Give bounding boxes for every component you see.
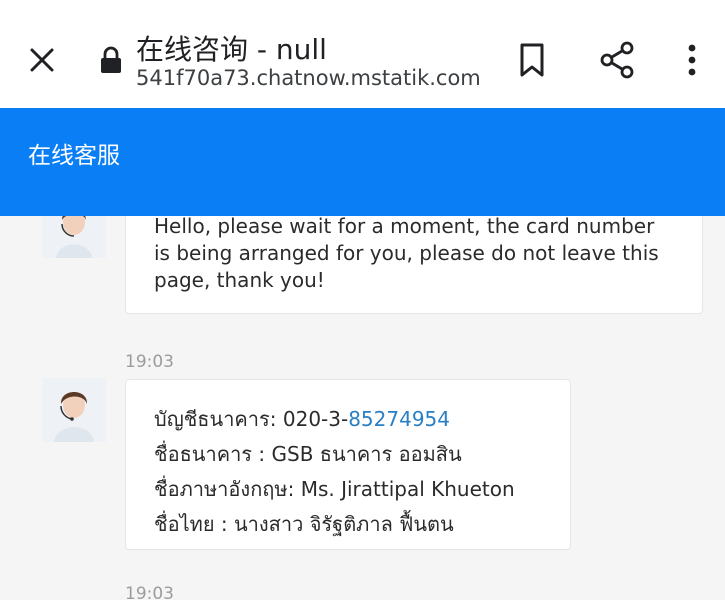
message-line: ชื่อภาษาอังกฤษ: Ms. Jirattipal Khueton xyxy=(154,477,515,501)
message-bubble: Hello, please wait for a moment, the car… xyxy=(125,202,703,314)
close-icon xyxy=(30,48,54,72)
message-line: is being arranged for you, please do not… xyxy=(154,241,659,265)
chat-message-list[interactable]: Hello, please wait for a moment, the car… xyxy=(0,194,725,600)
message-timestamp: 19:03 xyxy=(125,584,174,600)
agent-avatar xyxy=(42,378,106,442)
account-number-link[interactable]: 85274954 xyxy=(348,407,450,431)
bank-account-line: บัญชีธนาคาร: 020-3-85274954 xyxy=(154,402,570,437)
account-prefix: บัญชีธนาคาร: 020-3- xyxy=(154,407,349,431)
message-line: Hello, please wait for a moment, the car… xyxy=(154,214,655,238)
share-button[interactable] xyxy=(598,40,636,80)
lock-icon[interactable] xyxy=(98,46,124,74)
message-line: ชื่อธนาคาร : GSB ธนาคาร ออมสิน xyxy=(154,442,462,466)
message-line: ชื่อไทย : นางสาว จิรัฐติภาล ฟื้นตน xyxy=(154,512,454,536)
bookmark-button[interactable] xyxy=(516,42,548,78)
close-button[interactable] xyxy=(26,44,58,76)
message-line: page, thank you! xyxy=(154,268,325,292)
chat-header: 在线客服 xyxy=(0,108,725,216)
message-bubble: บัญชีธนาคาร: 020-3-85274954 ชื่อธนาคาร :… xyxy=(125,379,571,550)
chat-header-title: 在线客服 xyxy=(28,143,120,169)
message-timestamp: 19:03 xyxy=(125,352,174,372)
share-icon xyxy=(600,41,634,79)
browser-toolbar: 在线咨询 - null 541f70a73.chatnow.mstatik.co… xyxy=(0,0,725,108)
page-title: 在线咨询 - null xyxy=(136,33,327,66)
page-url[interactable]: 541f70a73.chatnow.mstatik.com xyxy=(136,66,481,90)
more-options-button[interactable] xyxy=(680,40,704,80)
bookmark-icon xyxy=(520,43,544,77)
more-vertical-icon xyxy=(688,44,696,76)
